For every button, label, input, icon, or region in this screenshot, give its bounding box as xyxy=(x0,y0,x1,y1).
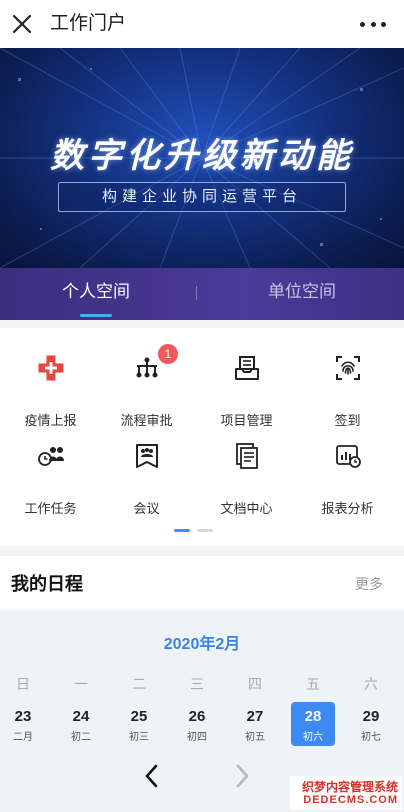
weekday-label: 三 xyxy=(190,676,204,692)
watermark-domain: DEDECMS.COM xyxy=(303,794,398,806)
app-label: 流程审批 xyxy=(120,413,173,428)
banner-title: 数字化升级新动能 xyxy=(50,136,354,176)
calendar-day[interactable]: 25 初三 xyxy=(117,702,161,746)
space-tabs: 个人空间 单位空间 xyxy=(0,268,404,320)
flow-chart-icon xyxy=(136,357,158,378)
day-number: 27 xyxy=(246,708,264,725)
team-task-icon xyxy=(38,447,64,466)
day-number: 26 xyxy=(188,708,206,725)
weekday-label: 二 xyxy=(132,676,146,692)
chevron-right-icon[interactable] xyxy=(230,762,254,790)
app-label: 报表分析 xyxy=(321,501,374,516)
active-tab-indicator xyxy=(80,314,112,317)
lunar-date: 初五 xyxy=(245,732,265,743)
chevron-left-icon[interactable] xyxy=(140,762,164,790)
weekday-label: 五 xyxy=(306,676,320,692)
day-number: 23 xyxy=(14,708,32,725)
app-grid: 疫情上报 流程审批 项目管理 签到 工作任务 会议 文档中心 报表分析 xyxy=(0,328,404,546)
pager-dot-active xyxy=(174,529,190,532)
nav-bar: 工作门户 xyxy=(0,0,404,48)
more-link[interactable]: 更多 xyxy=(355,574,383,594)
hero-banner[interactable]: 数字化升级新动能 构建企业协同运营平台 xyxy=(0,48,404,268)
app-label: 项目管理 xyxy=(220,413,273,428)
page-title: 工作门户 xyxy=(50,13,127,34)
lunar-date: 初二 xyxy=(71,732,91,743)
app-work-tasks[interactable]: 工作任务 xyxy=(0,430,101,516)
banner-subtitle: 构建企业协同运营平台 xyxy=(58,182,346,212)
meeting-icon xyxy=(136,444,158,468)
document-icon xyxy=(236,443,258,469)
day-number: 28 xyxy=(304,708,322,725)
app-document-center[interactable]: 文档中心 xyxy=(196,430,297,516)
weekday-label: 四 xyxy=(248,676,262,692)
schedule-header: 我的日程 更多 xyxy=(0,556,404,610)
day-number: 25 xyxy=(130,708,148,725)
weekday-label: 一 xyxy=(74,676,88,692)
app-project-management[interactable]: 项目管理 xyxy=(196,342,297,428)
calendar-month[interactable]: 2020年2月 xyxy=(0,630,404,654)
notification-badge: 1 xyxy=(158,344,178,364)
day-number: 24 xyxy=(72,708,90,725)
lunar-date: 初三 xyxy=(129,732,149,743)
calendar-day[interactable]: 23 二月 xyxy=(1,702,45,746)
tab-divider xyxy=(196,286,197,300)
lunar-date: 二月 xyxy=(13,732,33,743)
tab-personal-space[interactable]: 个人空间 xyxy=(52,268,140,320)
inbox-tray-icon xyxy=(235,356,259,380)
app-label: 签到 xyxy=(334,413,361,428)
app-label: 工作任务 xyxy=(24,501,77,516)
weekday-label: 六 xyxy=(364,676,378,692)
watermark-text: 织梦内容管理系统 xyxy=(301,780,398,794)
calendar-day[interactable]: 26 初四 xyxy=(175,702,219,746)
fingerprint-scan-icon xyxy=(336,356,360,380)
app-label: 文档中心 xyxy=(220,501,273,516)
close-icon[interactable] xyxy=(10,12,34,36)
app-workflow-approval[interactable]: 流程审批 xyxy=(96,342,197,428)
report-chart-icon xyxy=(336,445,361,468)
app-label: 会议 xyxy=(133,501,160,516)
app-report-analysis[interactable]: 报表分析 xyxy=(297,430,398,516)
calendar-day[interactable]: 29 初七 xyxy=(349,702,393,746)
lunar-date: 初七 xyxy=(361,732,381,743)
app-check-in[interactable]: 签到 xyxy=(297,342,398,428)
lunar-date: 初四 xyxy=(187,732,207,743)
calendar-day[interactable]: 27 初五 xyxy=(233,702,277,746)
lunar-date: 初六 xyxy=(303,732,323,743)
medical-cross-icon xyxy=(38,355,64,381)
tab-unit-space[interactable]: 单位空间 xyxy=(258,268,346,320)
watermark: 织梦内容管理系统 DEDECMS.COM xyxy=(290,776,402,810)
calendar-day[interactable]: 24 初二 xyxy=(59,702,103,746)
app-meeting[interactable]: 会议 xyxy=(96,430,197,516)
section-title: 我的日程 xyxy=(11,574,83,594)
app-epidemic-report[interactable]: 疫情上报 xyxy=(0,342,101,428)
day-number: 29 xyxy=(362,708,380,725)
app-label: 疫情上报 xyxy=(24,413,77,428)
calendar-day-selected[interactable]: 28 初六 xyxy=(291,702,335,746)
more-dots-icon[interactable] xyxy=(360,14,386,34)
pager-dot[interactable] xyxy=(197,529,213,532)
weekday-label: 日 xyxy=(16,676,30,692)
